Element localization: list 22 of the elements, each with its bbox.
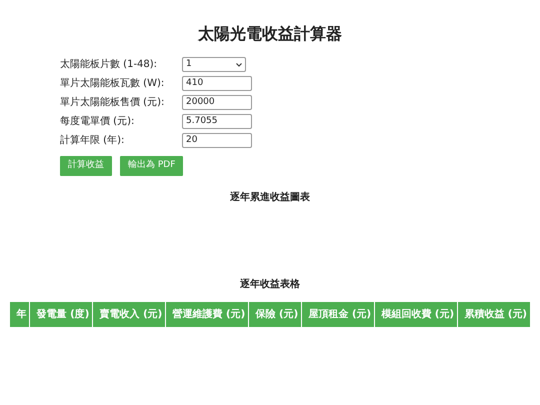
column-header: 屋頂租金 (元) (302, 302, 376, 327)
column-header: 累積收益 (元) (463, 308, 528, 322)
page-title: 太陽光電收益計算器 (196, 24, 343, 44)
input-field[interactable]: 5.7055 (182, 114, 252, 130)
table-title: 逐年收益表格 (239, 278, 301, 292)
column-header: 模組回收費 (元) (375, 302, 458, 327)
input-field[interactable]: 410 (182, 76, 252, 92)
input-field[interactable]: 20 (182, 133, 252, 148)
column-header: 保險 (元) (249, 302, 302, 327)
column-header: 賣電收入 (元) (93, 302, 166, 327)
column-header: 年 (10, 302, 30, 327)
field-label: 每度電單價 (元): (60, 114, 136, 130)
column-header: 營運維護費 (元) (166, 302, 250, 327)
field-label: 太陽能板片數 (1-48): (60, 58, 158, 72)
column-header: 發電量 (度) (30, 302, 94, 327)
field-label: 單片太陽能板瓦數 (W): (60, 76, 166, 92)
panel-count-select[interactable]: 1 (182, 57, 246, 72)
field-label: 計算年限 (年): (60, 134, 126, 148)
field-label: 單片太陽能板售價 (元): (60, 96, 166, 110)
input-field[interactable]: 20000 (182, 95, 252, 110)
chart-title: 逐年累進收益圖表 (229, 190, 311, 205)
caret-icon (236, 62, 242, 67)
